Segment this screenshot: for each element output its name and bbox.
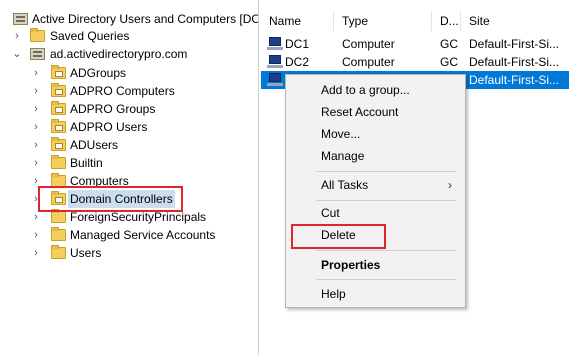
chevron-right-icon[interactable]: ›: [31, 226, 41, 244]
column-header-dc-type[interactable]: D...: [432, 11, 461, 31]
ou-folder-icon: [51, 137, 66, 151]
tree-item-label: Saved Queries: [50, 29, 130, 43]
menu-item-reset-account[interactable]: Reset Account: [287, 101, 464, 123]
context-menu: Add to a group... Reset Account Move... …: [285, 74, 466, 308]
aduc-icon: [13, 13, 28, 25]
table-row[interactable]: DC1 Computer GC Default-First-Si...: [261, 35, 569, 53]
ou-folder-icon: [51, 83, 66, 97]
tree-item-label: ADPRO Users: [70, 120, 148, 134]
menu-item-label: All Tasks: [321, 178, 369, 192]
menu-item-cut[interactable]: Cut: [287, 202, 464, 224]
menu-item-add-to-group[interactable]: Add to a group...: [287, 79, 464, 101]
domain-controller-icon: [267, 55, 283, 69]
menu-item-all-tasks[interactable]: All Tasks ›: [287, 174, 464, 196]
menu-item-delete[interactable]: Delete: [287, 224, 464, 246]
folder-icon: [51, 155, 66, 169]
menu-separator: [316, 250, 456, 251]
column-header-type[interactable]: Type: [334, 11, 432, 31]
menu-item-label: Add to a group...: [321, 83, 410, 97]
domain-icon: [30, 48, 45, 60]
ou-folder-icon: [51, 65, 66, 79]
cell-name: DC2: [285, 55, 310, 69]
menu-item-manage[interactable]: Manage: [287, 145, 464, 167]
chevron-right-icon[interactable]: ›: [31, 118, 41, 136]
ou-folder-icon: [51, 191, 66, 205]
tree-item-label: Managed Service Accounts: [70, 228, 216, 242]
cell-name: DC1: [285, 37, 310, 51]
chevron-right-icon[interactable]: ›: [31, 100, 41, 118]
ou-folder-icon: [51, 101, 66, 115]
folder-icon: [51, 209, 66, 223]
tree-item-label: ADGroups: [70, 66, 127, 80]
chevron-right-icon[interactable]: ›: [31, 82, 41, 100]
chevron-right-icon: ›: [448, 178, 452, 192]
cell-dc-type: GC: [440, 37, 458, 51]
menu-item-properties[interactable]: Properties: [287, 254, 464, 276]
folder-icon: [51, 173, 66, 187]
chevron-right-icon[interactable]: ›: [31, 190, 41, 208]
menu-item-label: Help: [321, 287, 346, 301]
tree-item-label: Domain Controllers: [68, 190, 175, 208]
console-tree-pane: Active Directory Users and Computers [DC…: [0, 0, 259, 355]
menu-item-label: Delete: [321, 228, 356, 242]
menu-separator: [316, 171, 456, 172]
menu-item-label: Cut: [321, 206, 340, 220]
chevron-right-icon[interactable]: ›: [31, 136, 41, 154]
table-row[interactable]: DC2 Computer GC Default-First-Si...: [261, 53, 569, 71]
chevron-right-icon[interactable]: ›: [31, 208, 41, 226]
menu-item-label: Properties: [321, 258, 381, 272]
folder-icon: [51, 227, 66, 241]
tree-item-label: Computers: [70, 174, 129, 188]
tree-item-label: ADPRO Groups: [70, 102, 156, 116]
cell-type: Computer: [342, 55, 395, 69]
domain-controller-icon: [267, 37, 283, 51]
tree-item-label: Builtin: [70, 156, 103, 170]
tree-item-label: ad.activedirectorypro.com: [50, 47, 188, 61]
chevron-right-icon[interactable]: ›: [31, 64, 41, 82]
tree-item-label: ADPRO Computers: [70, 84, 175, 98]
menu-item-move[interactable]: Move...: [287, 123, 464, 145]
menu-separator: [316, 200, 456, 201]
folder-icon: [51, 245, 66, 259]
menu-item-label: Manage: [321, 149, 365, 163]
folder-icon: [30, 28, 45, 42]
tree-item-label: ForeignSecurityPrincipals: [70, 210, 207, 224]
chevron-right-icon[interactable]: ›: [31, 154, 41, 172]
domain-controller-icon: [267, 73, 283, 87]
cell-dc-type: GC: [440, 55, 458, 69]
tree-root-label: Active Directory Users and Computers [DC: [32, 12, 259, 26]
cell-site: Default-First-Si...: [469, 37, 560, 51]
menu-separator: [316, 279, 456, 280]
chevron-down-icon[interactable]: ⌄: [12, 45, 22, 63]
column-header-name[interactable]: Name: [261, 11, 334, 31]
cell-type: Computer: [342, 37, 395, 51]
menu-item-label: Reset Account: [321, 105, 399, 119]
tree-item-label: Users: [70, 246, 102, 260]
menu-item-help[interactable]: Help: [287, 283, 464, 305]
menu-item-label: Move...: [321, 127, 361, 141]
chevron-right-icon[interactable]: ›: [31, 172, 41, 190]
tree-item-label: ADUsers: [70, 138, 119, 152]
chevron-right-icon[interactable]: ›: [31, 244, 41, 262]
column-header-site[interactable]: Site: [461, 11, 569, 31]
chevron-right-icon[interactable]: ›: [12, 27, 22, 45]
cell-site: Default-First-Si...: [469, 73, 560, 87]
ou-folder-icon: [51, 119, 66, 133]
cell-site: Default-First-Si...: [469, 55, 560, 69]
